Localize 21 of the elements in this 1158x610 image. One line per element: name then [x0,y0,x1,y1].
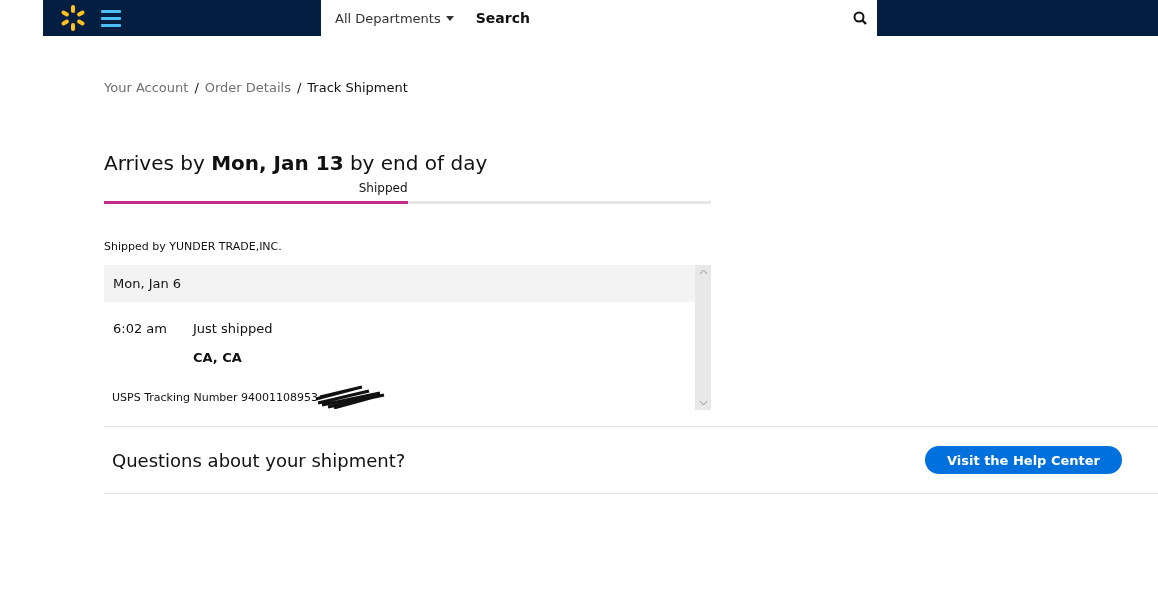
shipped-by-text: Shipped by YUNDER TRADE,INC. [104,240,283,253]
breadcrumb-separator: / [296,80,302,95]
help-question: Questions about your shipment? [112,449,406,471]
caret-icon [445,15,454,21]
menu-icon[interactable] [101,9,121,27]
breadcrumb-separator: / [194,80,199,95]
event-time: 6:02 am [113,321,168,336]
tracking-number: USPS Tracking Number 94001108953 [112,390,319,404]
spark-logo-icon[interactable] [59,4,87,32]
help-center-button[interactable]: Visit the Help Center [924,446,1122,474]
department-dropdown[interactable]: All Departments [321,0,464,36]
breadcrumb-link[interactable]: Track Shipment [307,80,408,95]
breadcrumb-link[interactable]: Order Details [204,80,291,95]
event-location: CA, CA [193,350,243,365]
progress-label: Shipped [357,181,408,195]
search-icon[interactable] [853,11,867,25]
breadcrumb-link[interactable]: Your Account [104,80,189,95]
event-status: Just shipped [193,321,274,336]
date-header: Mon, Jan 6 [104,265,695,302]
search-box[interactable]: Search [463,0,877,36]
arrival-heading: Arrives by Mon, Jan 13 by end of day [104,151,489,175]
